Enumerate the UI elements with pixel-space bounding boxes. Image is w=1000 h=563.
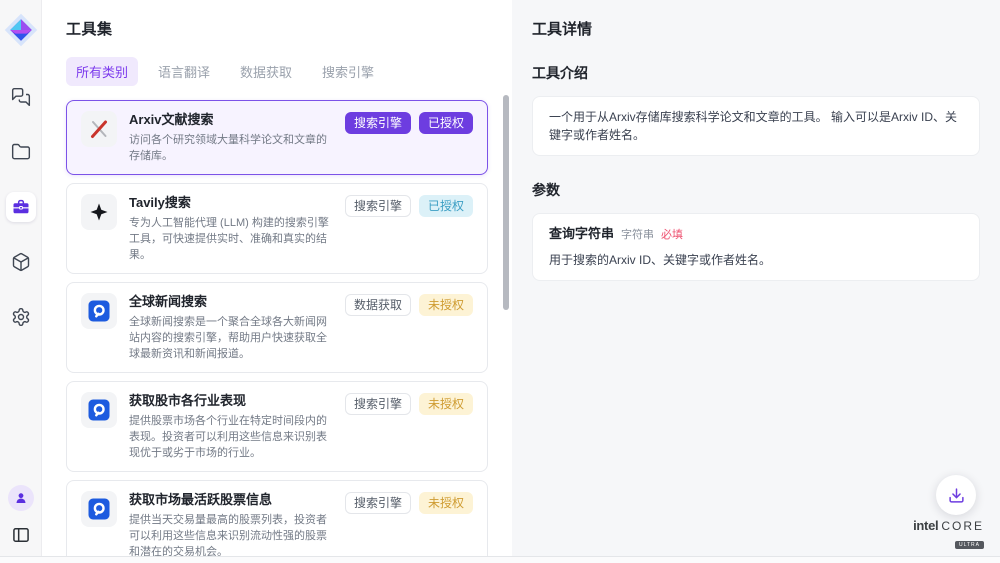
param-name: 查询字符串 [549, 225, 614, 243]
settings-gear-icon[interactable] [6, 302, 36, 332]
auth-status-badge: 已授权 [419, 195, 473, 217]
category-tab-1[interactable]: 语言翻译 [148, 57, 220, 86]
toolbox-icon[interactable] [6, 192, 36, 222]
param-meta: 查询字符串 字符串 必填 [549, 225, 963, 244]
tool-description: 提供股票市场各个行业在特定时间段内的表现。投资者可以利用这些信息来识别表现优于或… [129, 413, 333, 461]
param-type: 字符串 [621, 226, 654, 244]
sidebar [0, 0, 42, 563]
newsq-icon [81, 392, 117, 428]
chat-icon[interactable] [6, 82, 36, 112]
auth-status-badge: 未授权 [419, 492, 473, 514]
tool-name: Arxiv文献搜索 [129, 111, 333, 129]
cube-icon[interactable] [6, 247, 36, 277]
arxiv-icon [81, 111, 117, 147]
tool-name: 获取股市各行业表现 [129, 392, 333, 410]
tool-name: Tavily搜索 [129, 194, 333, 212]
intro-heading: 工具介绍 [532, 63, 980, 83]
details-title: 工具详情 [532, 18, 980, 39]
tool-card[interactable]: 获取股市各行业表现 提供股票市场各个行业在特定时间段内的表现。投资者可以利用这些… [66, 381, 488, 472]
tool-badges: 搜索引擎 未授权 [345, 393, 473, 415]
intel-wordmark: intel [913, 518, 938, 533]
param-card: 查询字符串 字符串 必填 用于搜索的Arxiv ID、关键字或作者姓名。 [532, 213, 980, 281]
category-badge: 搜索引擎 [345, 112, 411, 134]
toolset-panel: 工具集 所有类别语言翻译数据获取搜索引擎 Arxiv文献搜索 访问各个研究领域大… [42, 0, 512, 563]
tool-badges: 搜索引擎 未授权 [345, 492, 473, 514]
category-badge: 搜索引擎 [345, 492, 411, 514]
newsq-icon [81, 491, 117, 527]
tool-list: Arxiv文献搜索 访问各个研究领域大量科学论文和文章的存储库。 搜索引擎 已授… [66, 100, 488, 563]
tool-card[interactable]: Tavily搜索 专为人工智能代理 (LLM) 构建的搜索引擎工具，可快速提供实… [66, 183, 488, 274]
category-badge: 数据获取 [345, 294, 411, 316]
tool-badges: 搜索引擎 已授权 [345, 112, 473, 134]
ultra-badge: ultra [955, 541, 984, 549]
auth-status-badge: 未授权 [419, 393, 473, 415]
intro-card: 一个用于从Arxiv存储库搜索科学论文和文章的工具。 输入可以是Arxiv ID… [532, 96, 980, 156]
scrollbar-thumb[interactable] [503, 95, 509, 310]
tool-name: 获取市场最活跃股票信息 [129, 491, 333, 509]
category-badge: 搜索引擎 [345, 195, 411, 217]
panel-toggle-icon[interactable] [9, 523, 33, 547]
category-tab-2[interactable]: 数据获取 [230, 57, 302, 86]
app-window: 工具集 所有类别语言翻译数据获取搜索引擎 Arxiv文献搜索 访问各个研究领域大… [0, 0, 1000, 563]
download-button[interactable] [936, 475, 976, 515]
tool-card[interactable]: Arxiv文献搜索 访问各个研究领域大量科学论文和文章的存储库。 搜索引擎 已授… [66, 100, 488, 175]
page-title: 工具集 [66, 18, 488, 39]
tool-badges: 搜索引擎 已授权 [345, 195, 473, 217]
tool-badges: 数据获取 未授权 [345, 294, 473, 316]
bottom-divider [0, 556, 1000, 563]
tool-description: 专为人工智能代理 (LLM) 构建的搜索引擎工具，可快速提供实时、准确和真实的结… [129, 215, 333, 263]
category-tabs: 所有类别语言翻译数据获取搜索引擎 [66, 57, 488, 86]
sparkle-icon [81, 194, 117, 230]
tool-card[interactable]: 获取市场最活跃股票信息 提供当天交易量最高的股票列表，投资者可以利用这些信息来识… [66, 480, 488, 563]
sidebar-nav [6, 82, 36, 332]
tool-card[interactable]: 全球新闻搜索 全球新闻搜索是一个聚合全球各大新闻网站内容的搜索引擎，帮助用户快速… [66, 282, 488, 373]
tool-description: 提供当天交易量最高的股票列表，投资者可以利用这些信息来识别流动性强的股票和潜在的… [129, 512, 333, 560]
params-heading: 参数 [532, 180, 980, 200]
intel-core-logo: intel core ultra [913, 518, 984, 551]
param-desc: 用于搜索的Arxiv ID、关键字或作者姓名。 [549, 251, 963, 269]
auth-status-badge: 已授权 [419, 112, 473, 134]
category-tab-0[interactable]: 所有类别 [66, 57, 138, 86]
category-badge: 搜索引擎 [345, 393, 411, 415]
user-avatar[interactable] [8, 485, 34, 511]
core-wordmark: core [941, 519, 984, 533]
folder-icon[interactable] [6, 137, 36, 167]
param-required-badge: 必填 [661, 226, 683, 244]
newsq-icon [81, 293, 117, 329]
tool-description: 全球新闻搜索是一个聚合全球各大新闻网站内容的搜索引擎，帮助用户快速获取全球最新资… [129, 314, 333, 362]
tool-details-panel: 工具详情 工具介绍 一个用于从Arxiv存储库搜索科学论文和文章的工具。 输入可… [512, 0, 1000, 563]
intro-text: 一个用于从Arxiv存储库搜索科学论文和文章的工具。 输入可以是Arxiv ID… [549, 110, 957, 142]
app-logo-icon [3, 12, 39, 48]
category-tab-3[interactable]: 搜索引擎 [312, 57, 384, 86]
tool-name: 全球新闻搜索 [129, 293, 333, 311]
sidebar-bottom [8, 485, 34, 547]
tool-description: 访问各个研究领域大量科学论文和文章的存储库。 [129, 132, 333, 164]
auth-status-badge: 未授权 [419, 294, 473, 316]
